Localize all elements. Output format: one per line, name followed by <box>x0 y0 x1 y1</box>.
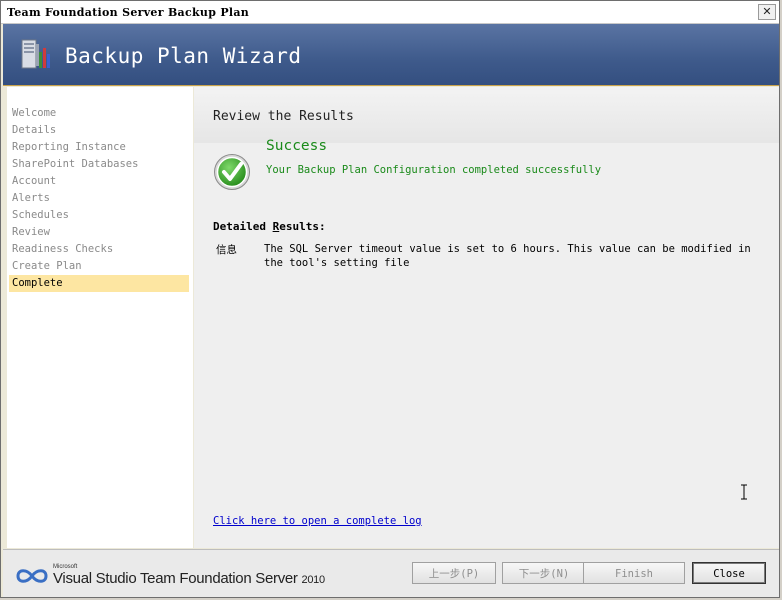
finish-button[interactable]: Finish <box>583 562 685 584</box>
footer-bar: Microsoft Visual Studio Team Foundation … <box>3 549 779 597</box>
nav-item-details[interactable]: Details <box>9 122 189 139</box>
nav-item-alerts[interactable]: Alerts <box>9 190 189 207</box>
brand-name: Visual Studio Team Foundation Server 201… <box>53 570 325 587</box>
page-title: Review the Results <box>213 109 354 124</box>
details-heading: Detailed Results: <box>213 220 326 233</box>
detail-type-label: 信息 <box>216 244 237 256</box>
nav-item-welcome[interactable]: Welcome <box>9 105 189 122</box>
open-log-link[interactable]: Click here to open a complete log <box>213 515 422 527</box>
status-message: Your Backup Plan Configuration completed… <box>266 164 602 176</box>
wizard-steps-nav: Welcome Details Reporting Instance Share… <box>7 87 193 548</box>
wizard-title: Backup Plan Wizard <box>65 44 302 68</box>
nav-item-reporting-instance[interactable]: Reporting Instance <box>9 139 189 156</box>
nav-item-sharepoint-databases[interactable]: SharePoint Databases <box>9 156 189 173</box>
nav-item-create-plan[interactable]: Create Plan <box>9 258 189 275</box>
header-banner: Backup Plan Wizard <box>3 24 779 86</box>
window-title: Team Foundation Server Backup Plan <box>7 6 250 19</box>
checkmark-icon <box>214 154 250 190</box>
previous-button[interactable]: 上一步(P) <box>412 562 496 584</box>
next-button[interactable]: 下一步(N) <box>502 562 586 584</box>
product-brand: Microsoft Visual Studio Team Foundation … <box>15 564 335 588</box>
nav-item-review[interactable]: Review <box>9 224 189 241</box>
status-title: Success <box>266 138 328 154</box>
visual-studio-logo-icon <box>16 569 48 583</box>
detail-message: The SQL Server timeout value is set to 6… <box>264 243 751 269</box>
close-icon[interactable]: ✕ <box>758 4 776 20</box>
close-button[interactable]: Close <box>692 562 766 584</box>
nav-item-readiness-checks[interactable]: Readiness Checks <box>9 241 189 258</box>
results-panel: Review the Results Success Your Backup P… <box>194 87 779 548</box>
nav-item-account[interactable]: Account <box>9 173 189 190</box>
nav-item-complete[interactable]: Complete <box>9 275 189 292</box>
wizard-window: Team Foundation Server Backup Plan ✕ Bac… <box>0 0 780 598</box>
nav-item-schedules[interactable]: Schedules <box>9 207 189 224</box>
text-cursor-icon <box>741 484 747 500</box>
server-icon <box>21 39 50 69</box>
title-bar[interactable]: Team Foundation Server Backup Plan ✕ <box>1 1 779 24</box>
